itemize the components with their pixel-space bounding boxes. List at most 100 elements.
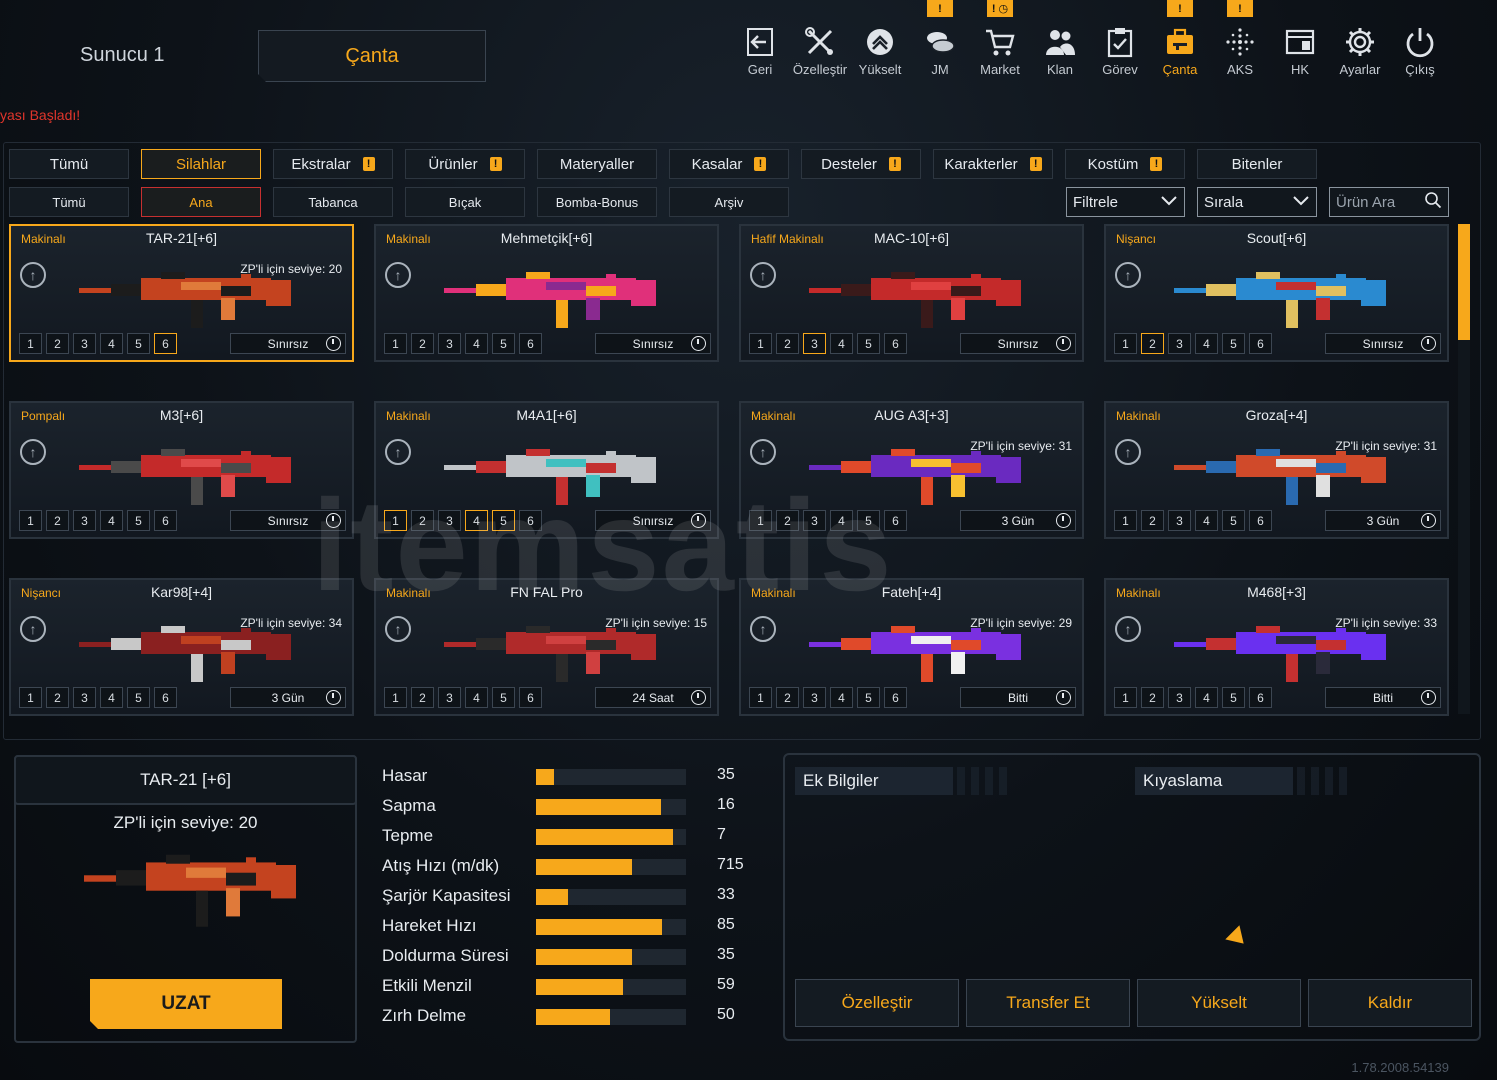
upgrade-arrow-icon[interactable]: ↑ (385, 439, 411, 465)
customize-button[interactable]: Özelleştir (795, 979, 959, 1027)
level-button[interactable]: 1 (749, 333, 772, 354)
nav-clipboard[interactable]: Görev (1090, 0, 1150, 90)
level-button[interactable]: 2 (46, 687, 69, 708)
upgrade-arrow-icon[interactable]: ↑ (1115, 439, 1141, 465)
upgrade-arrow-icon[interactable]: ↑ (385, 616, 411, 642)
level-button[interactable]: 3 (1168, 333, 1191, 354)
level-button[interactable]: 2 (411, 510, 434, 531)
level-button[interactable]: 4 (100, 333, 123, 354)
extra-info-header[interactable]: Ek Bilgiler (795, 767, 1013, 795)
level-button[interactable]: 3 (73, 687, 96, 708)
level-button[interactable]: 4 (465, 510, 488, 531)
nav-clan[interactable]: Klan (1030, 0, 1090, 90)
level-button[interactable]: 5 (127, 510, 150, 531)
upgrade-arrow-icon[interactable]: ↑ (750, 262, 776, 288)
tab-subcategory[interactable]: Tümü (9, 187, 129, 217)
level-button[interactable]: 1 (749, 687, 772, 708)
level-button[interactable]: 1 (384, 510, 407, 531)
level-button[interactable]: 5 (127, 333, 150, 354)
tab-category[interactable]: Karakterler! (933, 149, 1053, 179)
level-button[interactable]: 1 (19, 510, 42, 531)
level-button[interactable]: 3 (803, 687, 826, 708)
item-card[interactable]: Makinalı Mehmetçik[+6] ↑ 1 2 3 4 5 6 Sınırsız (374, 224, 719, 362)
level-button[interactable]: 6 (1249, 333, 1272, 354)
level-button[interactable]: 2 (776, 510, 799, 531)
level-button[interactable]: 4 (1195, 510, 1218, 531)
level-button[interactable]: 1 (384, 687, 407, 708)
filter-dropdown[interactable]: Filtrele (1066, 187, 1185, 217)
item-card[interactable]: Nişancı Scout[+6] ↑ 1 2 3 4 5 6 Sınırsız (1104, 224, 1449, 362)
level-button[interactable]: 4 (1195, 333, 1218, 354)
nav-power[interactable]: Çıkış (1390, 0, 1450, 90)
level-button[interactable]: 5 (857, 687, 880, 708)
compare-header[interactable]: Kıyaslama (1135, 767, 1353, 795)
level-button[interactable]: 5 (492, 333, 515, 354)
tab-subcategory[interactable]: Tabanca (273, 187, 393, 217)
level-button[interactable]: 4 (830, 687, 853, 708)
item-card[interactable]: Makinalı FN FAL Pro ↑ ZP'li için seviye: 15… (374, 578, 719, 716)
search-input[interactable]: Ürün Ara (1329, 187, 1449, 217)
level-button[interactable]: 6 (154, 510, 177, 531)
level-button[interactable]: 5 (1222, 687, 1245, 708)
level-button[interactable]: 2 (46, 333, 69, 354)
upgrade-arrow-icon[interactable]: ↑ (1115, 616, 1141, 642)
level-button[interactable]: 6 (519, 333, 542, 354)
level-button[interactable]: 4 (830, 510, 853, 531)
level-button[interactable]: 2 (46, 510, 69, 531)
level-button[interactable]: 2 (1141, 687, 1164, 708)
level-button[interactable]: 6 (884, 510, 907, 531)
upgrade-arrow-icon[interactable]: ↑ (1115, 262, 1141, 288)
level-button[interactable]: 5 (492, 687, 515, 708)
level-button[interactable]: 2 (1141, 333, 1164, 354)
level-button[interactable]: 3 (73, 333, 96, 354)
tab-subcategory[interactable]: Bomba-Bonus (537, 187, 657, 217)
level-button[interactable]: 3 (1168, 687, 1191, 708)
level-button[interactable]: 5 (1222, 333, 1245, 354)
level-button[interactable]: 1 (1114, 687, 1137, 708)
level-button[interactable]: 6 (519, 687, 542, 708)
level-button[interactable]: 6 (1249, 510, 1272, 531)
level-button[interactable]: 1 (19, 687, 42, 708)
item-card[interactable]: Makinalı Fateh[+4] ↑ ZP'li için seviye: 29 1… (739, 578, 1084, 716)
level-button[interactable]: 1 (749, 510, 772, 531)
tab-category[interactable]: Bitenler (1197, 149, 1317, 179)
level-button[interactable]: 3 (438, 687, 461, 708)
item-scrollbar[interactable] (1458, 224, 1470, 714)
level-button[interactable]: 3 (803, 333, 826, 354)
nav-bag[interactable]: ! Çanta (1150, 0, 1210, 90)
level-button[interactable]: 3 (73, 510, 96, 531)
extend-button[interactable]: UZAT (90, 979, 282, 1029)
level-button[interactable]: 6 (519, 510, 542, 531)
nav-back[interactable]: Geri (730, 0, 790, 90)
level-button[interactable]: 4 (100, 510, 123, 531)
item-card[interactable]: Nişancı Kar98[+4] ↑ ZP'li için seviye: 34 1 2… (9, 578, 354, 716)
scrollbar-thumb[interactable] (1458, 224, 1470, 340)
tab-category[interactable]: Desteler! (801, 149, 921, 179)
nav-aks[interactable]: ! AKS (1210, 0, 1270, 90)
level-button[interactable]: 6 (884, 687, 907, 708)
level-button[interactable]: 2 (776, 687, 799, 708)
level-button[interactable]: 3 (803, 510, 826, 531)
item-card[interactable]: Makinalı M4A1[+6] ↑ 1 2 3 4 5 6 Sınırsız (374, 401, 719, 539)
level-button[interactable]: 6 (1249, 687, 1272, 708)
upgrade-arrow-icon[interactable]: ↑ (750, 439, 776, 465)
tab-category[interactable]: Kasalar! (669, 149, 789, 179)
tab-subcategory[interactable]: Ana (141, 187, 261, 217)
level-button[interactable]: 4 (465, 687, 488, 708)
level-button[interactable]: 1 (1114, 333, 1137, 354)
transfer-button[interactable]: Transfer Et (966, 979, 1130, 1027)
tab-subcategory[interactable]: Bıçak (405, 187, 525, 217)
nav-cart[interactable]: ! ◷ Market (970, 0, 1030, 90)
nav-upgrade[interactable]: Yükselt (850, 0, 910, 90)
item-card[interactable]: Makinalı Groza[+4] ↑ ZP'li için seviye: 31 1… (1104, 401, 1449, 539)
item-card[interactable]: Makinalı TAR-21[+6] ↑ ZP'li için seviye: 20… (9, 224, 354, 362)
nav-gear[interactable]: Ayarlar (1330, 0, 1390, 90)
level-button[interactable]: 6 (154, 687, 177, 708)
level-button[interactable]: 3 (438, 333, 461, 354)
nav-coins[interactable]: ! JM (910, 0, 970, 90)
level-button[interactable]: 5 (492, 510, 515, 531)
upgrade-arrow-icon[interactable]: ↑ (20, 439, 46, 465)
upgrade-arrow-icon[interactable]: ↑ (750, 616, 776, 642)
nav-tools[interactable]: Özelleştir (790, 0, 850, 90)
level-button[interactable]: 2 (411, 333, 434, 354)
